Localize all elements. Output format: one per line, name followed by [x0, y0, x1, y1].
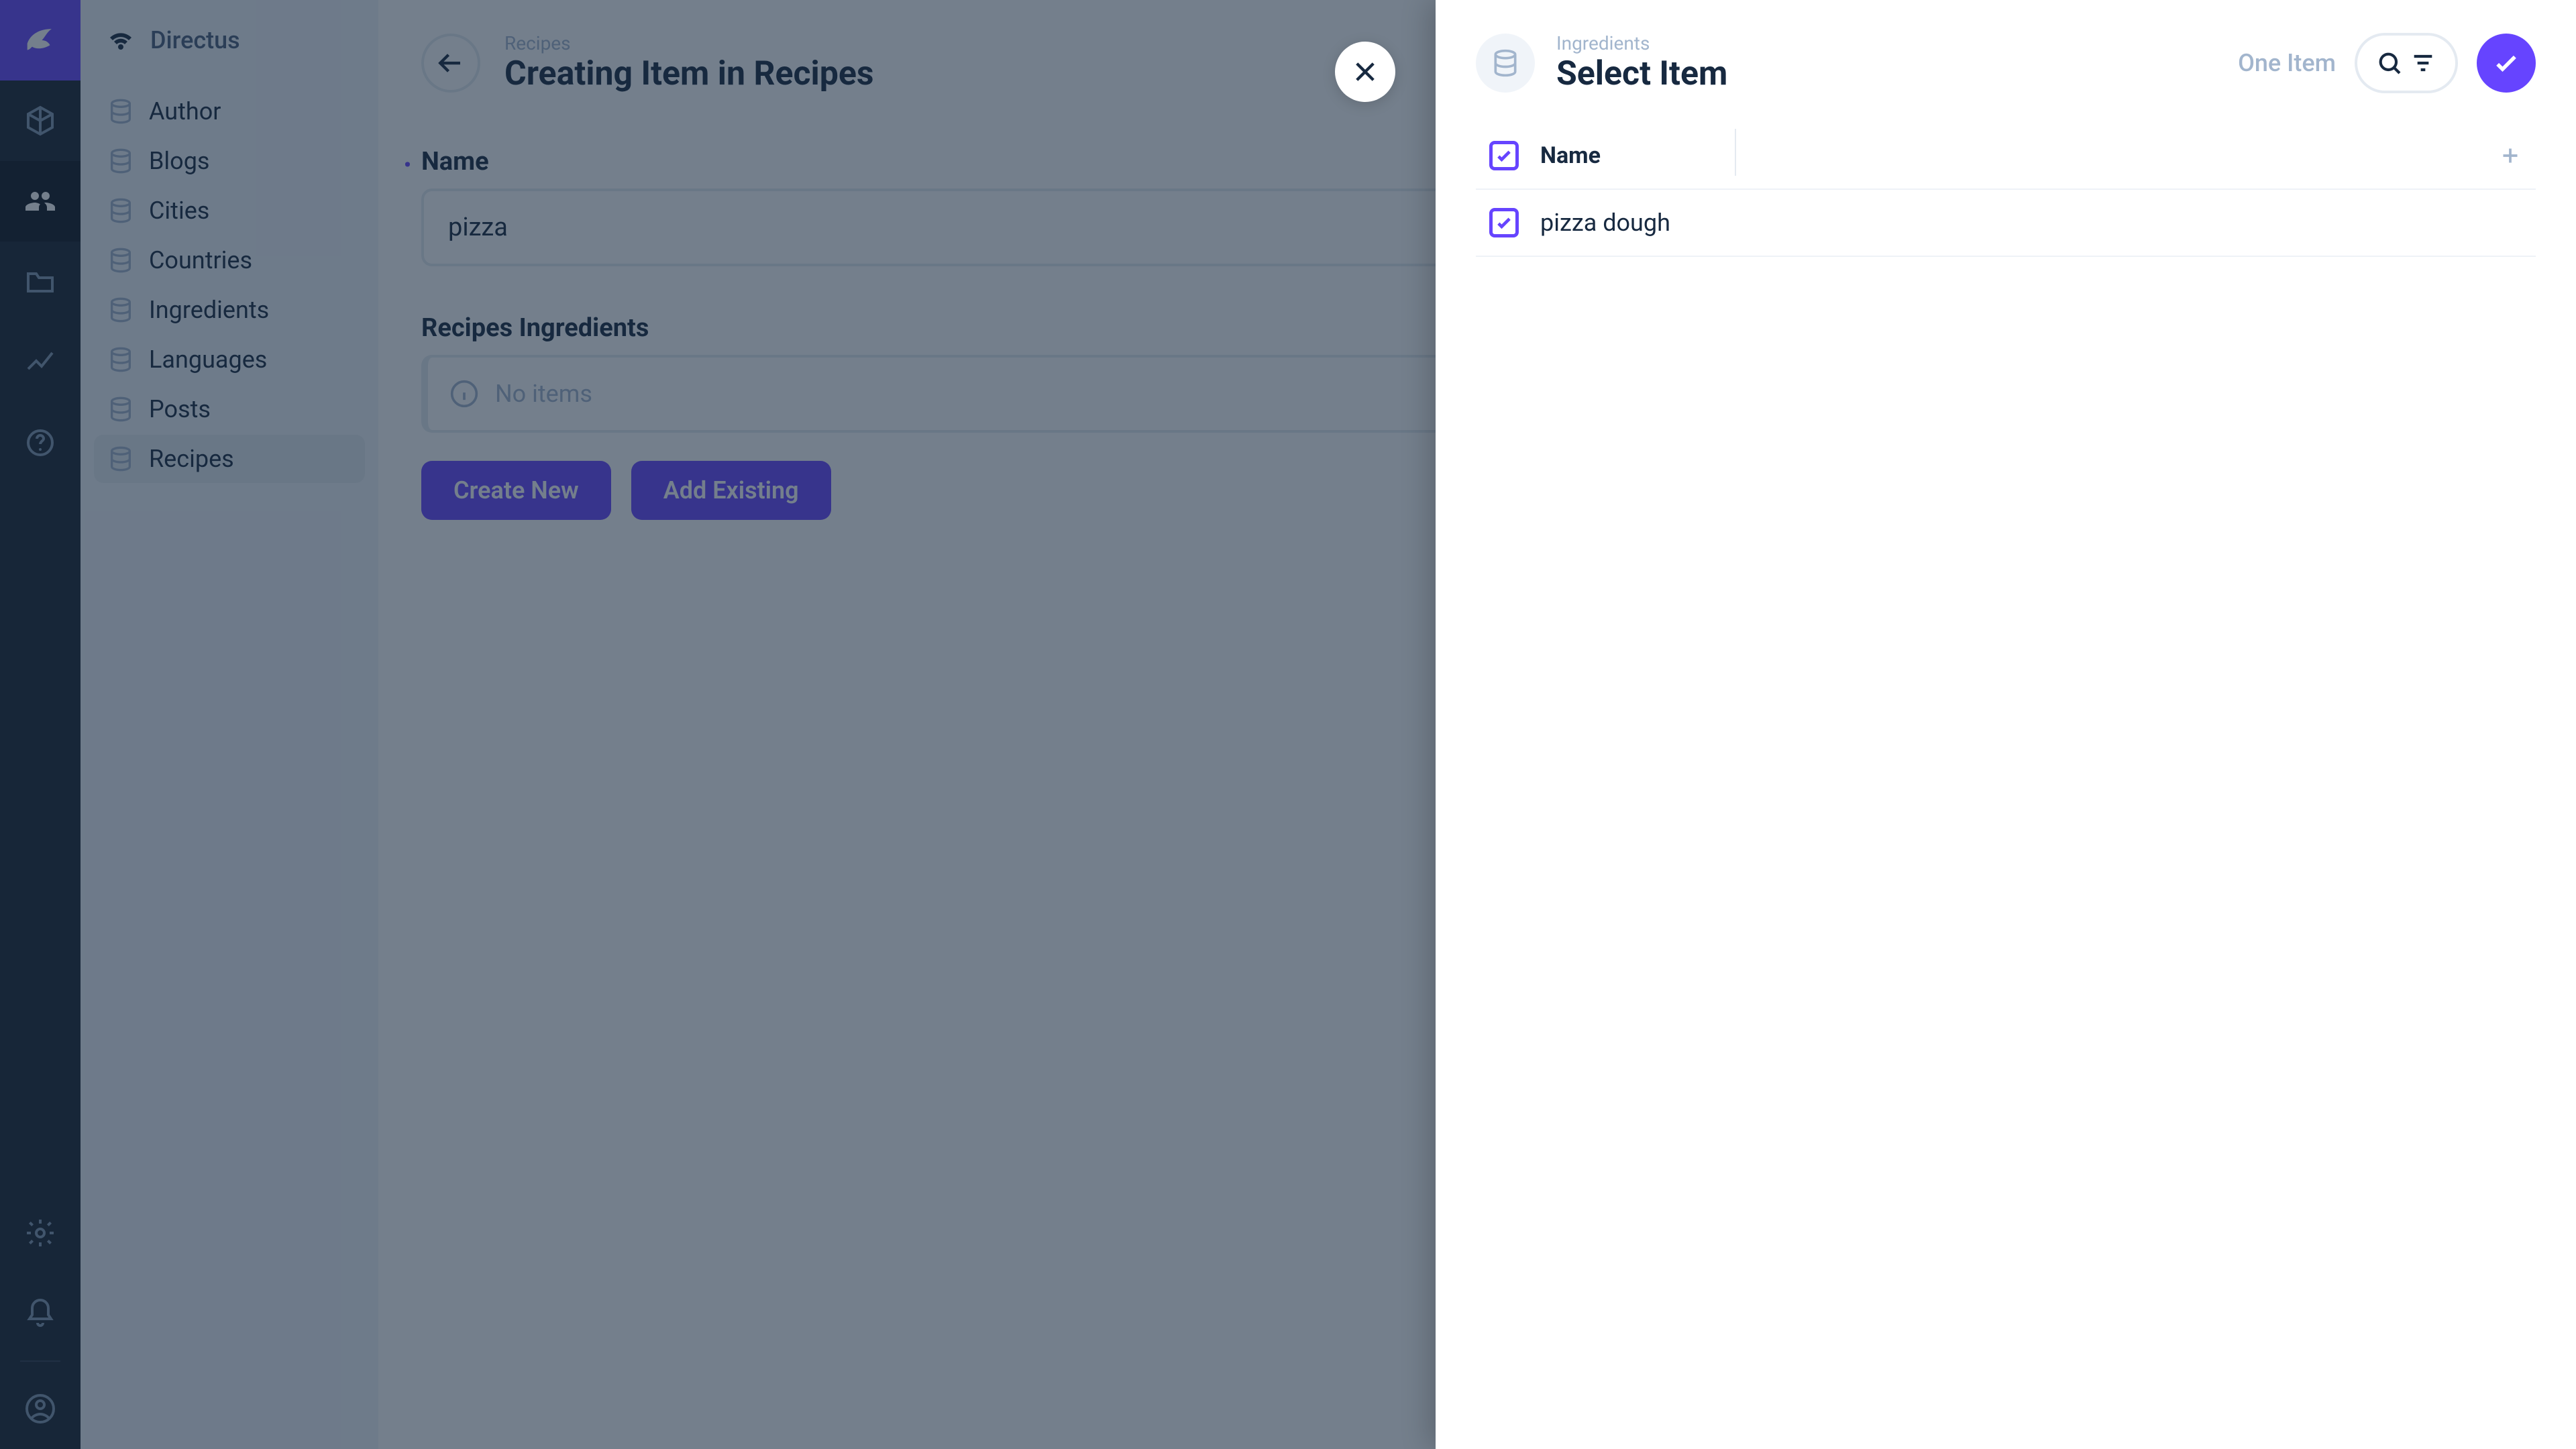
drawer-collection-icon — [1476, 34, 1535, 93]
modal-overlay[interactable]: Ingredients Select Item One Item — [0, 0, 2576, 1449]
plus-icon — [2498, 144, 2522, 168]
column-resize-handle[interactable] — [1735, 129, 1736, 176]
items-table: Name pizza dough — [1476, 123, 2536, 257]
table-row[interactable]: pizza dough — [1476, 190, 2536, 257]
selection-count: One Item — [2238, 49, 2336, 77]
drawer-title: Select Item — [1556, 54, 1727, 93]
check-icon — [1495, 213, 1513, 232]
column-header-name[interactable]: Name — [1540, 142, 2498, 169]
add-column-button[interactable] — [2498, 144, 2522, 168]
select-item-drawer: Ingredients Select Item One Item — [1436, 0, 2576, 1449]
select-all-checkbox[interactable] — [1489, 141, 1519, 170]
database-icon — [1491, 48, 1520, 78]
row-name: pizza dough — [1540, 209, 1670, 237]
close-button[interactable] — [1335, 42, 1395, 102]
filter-icon — [2410, 50, 2436, 76]
row-checkbox[interactable] — [1489, 208, 1519, 237]
table-header: Name — [1476, 123, 2536, 190]
drawer-breadcrumb: Ingredients — [1556, 32, 1727, 54]
check-icon — [1495, 146, 1513, 165]
check-icon — [2491, 48, 2521, 78]
close-icon — [1351, 58, 1379, 86]
search-filter-pill[interactable] — [2355, 33, 2458, 93]
search-icon — [2376, 50, 2403, 76]
confirm-button[interactable] — [2477, 34, 2536, 93]
